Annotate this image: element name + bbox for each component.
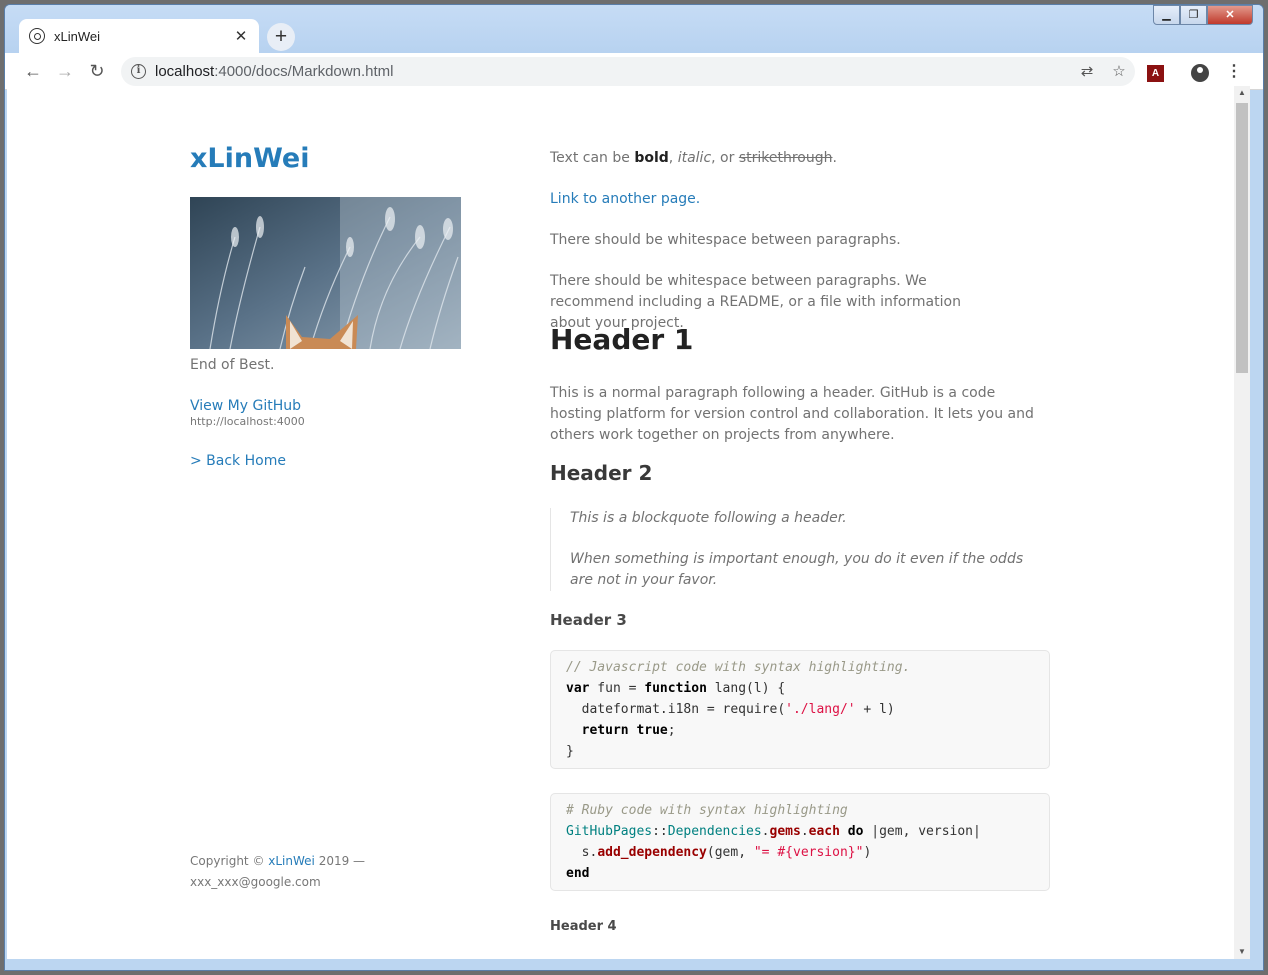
vertical-scrollbar[interactable]: ▲ ▼	[1234, 86, 1250, 959]
code-keyword: return	[581, 723, 629, 738]
scroll-up-arrow-icon[interactable]: ▲	[1234, 86, 1250, 100]
footer-email: xxx_xxx@google.com	[190, 875, 321, 889]
text-segment: ,	[668, 150, 678, 166]
code-text: .	[800, 824, 809, 839]
reload-icon[interactable]: ↻	[85, 59, 109, 83]
code-comment: # Ruby code with syntax highlighting	[566, 803, 848, 818]
code-text: .	[761, 824, 770, 839]
url-path: :4000/docs/Markdown.html	[214, 63, 394, 80]
ruby-code-block: # Ruby code with syntax highlighting Git…	[550, 793, 1050, 891]
tab-title: xLinWei	[54, 28, 101, 44]
pdf-extension-icon[interactable]: A	[1147, 65, 1164, 82]
code-method: each	[808, 824, 840, 839]
text-segment: Text can be	[550, 150, 635, 166]
strikethrough-text: strikethrough	[738, 150, 833, 166]
footer-author-link[interactable]: xLinWei	[268, 854, 315, 868]
scroll-down-arrow-icon[interactable]: ▼	[1234, 945, 1250, 959]
code-comment: // Javascript code with syntax highlight…	[566, 660, 911, 675]
close-window-button[interactable]: ✕	[1207, 5, 1253, 25]
back-arrow-icon[interactable]: ←	[21, 59, 45, 83]
url-host: localhost	[155, 63, 215, 80]
browser-toolbar: ← → ↻ i localhost:4000/docs/Markdown.htm…	[5, 53, 1263, 90]
github-paragraph: This is a normal paragraph following a h…	[550, 385, 1034, 443]
site-info-icon[interactable]: i	[131, 64, 146, 79]
code-keyword: var	[566, 681, 590, 696]
bookmark-star-icon[interactable]: ☆	[1103, 61, 1135, 83]
site-title-link[interactable]: xLinWei	[190, 143, 309, 174]
window-controls: ▁ ❐ ✕	[1153, 5, 1253, 26]
another-page-link[interactable]: Link to another page.	[550, 191, 700, 207]
blockquote: This is a blockquote following a header.…	[550, 508, 1040, 591]
image-caption: End of Best.	[190, 357, 275, 373]
header-1: Header 1	[550, 323, 694, 356]
minimize-button[interactable]: ▁	[1153, 5, 1180, 25]
tab-xlinwei[interactable]: xLinWei ✕	[19, 19, 259, 53]
code-text: ::	[652, 824, 668, 839]
code-keyword: do	[847, 824, 864, 839]
header-3: Header 3	[550, 611, 627, 629]
code-keyword: function	[644, 681, 707, 696]
github-url-text: http://localhost:4000	[190, 415, 305, 428]
code-string: "= #{version}"	[753, 845, 864, 860]
code-text: lang(l) {	[706, 681, 786, 696]
link-paragraph: Link to another page.	[550, 189, 1050, 210]
italic-text: italic	[677, 150, 712, 166]
code-class: GitHubPages	[566, 824, 653, 839]
maximize-button[interactable]: ❐	[1180, 5, 1207, 25]
code-text: )	[863, 845, 872, 860]
translate-icon[interactable]: ⇄	[1071, 61, 1103, 83]
code-text: s.	[566, 845, 598, 860]
whitespace-paragraph: There should be whitespace between parag…	[550, 232, 901, 248]
header-2: Header 2	[550, 461, 653, 485]
footer: Copyright © xLinWei 2019 — xxx_xxx@googl…	[190, 851, 365, 893]
code-text: (gem,	[706, 845, 754, 860]
title-bar: xLinWei ✕ + ▁ ❐ ✕	[5, 5, 1263, 53]
address-bar[interactable]: i localhost:4000/docs/Markdown.html ⇄ ☆	[121, 57, 1135, 86]
code-text: }	[566, 744, 574, 759]
formatting-paragraph: Text can be bold, italic, or strikethrou…	[550, 148, 1050, 169]
address-bar-actions: ⇄ ☆	[1071, 61, 1135, 83]
footer-year: 2019 —	[314, 854, 366, 868]
code-text: + l)	[855, 702, 895, 717]
new-tab-button[interactable]: +	[267, 23, 295, 51]
scrollbar-thumb[interactable]	[1236, 103, 1248, 373]
code-class: Dependencies	[667, 824, 762, 839]
menu-dots-icon[interactable]: ⋮	[1226, 62, 1242, 82]
blockquote-line: When something is important enough, you …	[570, 551, 1024, 588]
tab-close-icon[interactable]: ✕	[233, 27, 249, 45]
text-segment: , or	[711, 150, 739, 166]
blockquote-line: This is a blockquote following a header.	[570, 510, 847, 526]
header-4: Header 4	[550, 919, 617, 934]
site-favicon-icon	[29, 28, 45, 44]
text-segment: .	[832, 150, 837, 166]
page-viewport: xLinWei End of Best. View My GitHub http…	[7, 86, 1234, 959]
back-home-link[interactable]: > Back Home	[190, 453, 286, 469]
code-text: fun =	[589, 681, 645, 696]
code-text: ;	[667, 723, 676, 738]
code-keyword: end	[566, 866, 590, 881]
fox-in-grass-image	[190, 197, 461, 349]
forward-arrow-icon[interactable]: →	[53, 59, 77, 83]
profile-avatar-icon[interactable]	[1191, 64, 1209, 82]
code-method: add_dependency	[597, 845, 707, 860]
code-string: './lang/'	[785, 702, 856, 717]
view-github-link[interactable]: View My GitHub	[190, 398, 301, 414]
code-text: |gem, version|	[863, 824, 981, 839]
code-text: dateformat.i18n = require(	[566, 702, 786, 717]
code-keyword: true	[636, 723, 668, 738]
bold-text: bold	[634, 150, 669, 166]
javascript-code-block: // Javascript code with syntax highlight…	[550, 650, 1050, 769]
code-method: gems	[769, 824, 801, 839]
footer-copyright: Copyright ©	[190, 854, 269, 868]
